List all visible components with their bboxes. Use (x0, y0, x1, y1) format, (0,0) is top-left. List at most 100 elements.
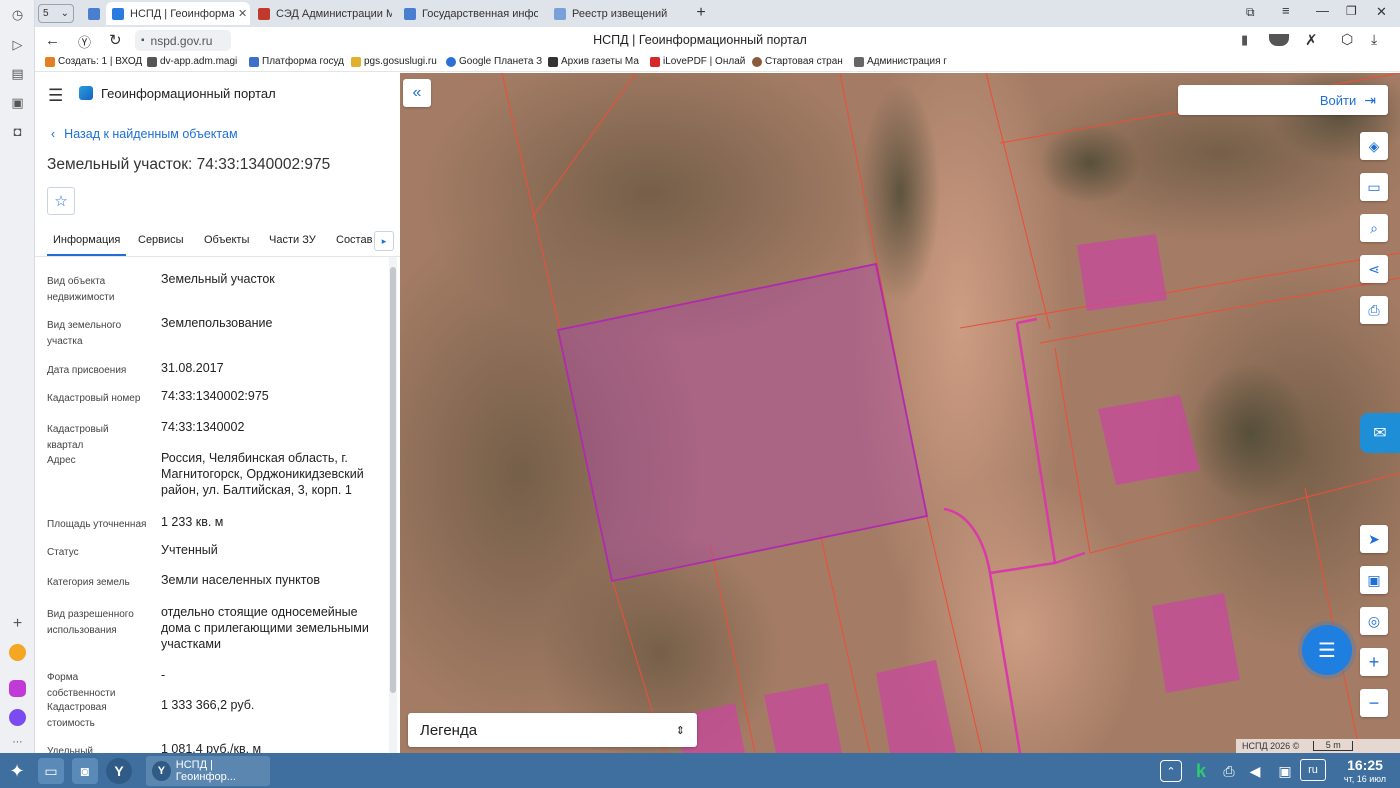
bookmark-item[interactable]: pgs.gosuslugi.ru (351, 56, 437, 67)
network-icon[interactable]: ▣ (1272, 758, 1298, 784)
chevron-left-icon: ‹ (51, 127, 56, 141)
os-taskbar: ✦ ▭ ◙ Y Y НСПД | Геоинфор... ⌃ k ⎙ ◀ ▣ ru… (0, 753, 1400, 788)
screenshot-icon[interactable]: ◘ (9, 123, 26, 140)
lock-icon: ▪ (141, 35, 145, 46)
tab-objects[interactable]: Объекты (204, 234, 249, 246)
chat-icon: ☰ (1318, 639, 1336, 662)
tab-parts[interactable]: Части ЗУ (269, 234, 316, 246)
calendar-icon[interactable]: ▣ (9, 94, 26, 111)
close-window-icon[interactable]: ✕ (1376, 4, 1387, 20)
bookmark-item[interactable]: Платформа госуд (249, 56, 344, 67)
nspd-favicon (112, 7, 124, 20)
apps-icon[interactable]: ◙ (72, 758, 98, 784)
object-tabs: Информация Сервисы Объекты Части ЗУ Сост… (35, 227, 400, 257)
map-view[interactable]: « Войти ⇥ ◈ ▭ ⌕ ⋖ ⎙ ✉ ➤ ▣ ◎ + − ☰ Легенда… (400, 73, 1400, 753)
browser-sidebar: ◷ ▷ ▤ ▣ ◘ + ⋯ (0, 0, 35, 757)
extensions-icon[interactable]: ⬡ (1341, 31, 1353, 48)
minimap-button[interactable]: ▣ (1360, 566, 1388, 594)
file-manager-icon[interactable]: ▭ (38, 758, 64, 784)
printer-tray-icon[interactable]: ⎙ (1216, 758, 1242, 784)
collapse-panel-button[interactable]: « (403, 79, 431, 107)
tabs-scroll-right-button[interactable]: ▸ (374, 231, 394, 251)
favorite-star-button[interactable]: ☆ (47, 187, 75, 215)
k-app-icon[interactable]: k (1188, 758, 1214, 784)
bookmark-item[interactable]: Создать: 1 | ВХОД (45, 56, 142, 67)
scrollbar-thumb[interactable] (390, 267, 396, 693)
layers-button[interactable]: ◈ (1360, 132, 1388, 160)
zoom-out-button[interactable]: − (1360, 689, 1388, 717)
tab-gis[interactable]: Государственная инфор (398, 2, 538, 25)
select-area-button[interactable]: ⌕ (1360, 214, 1388, 242)
tab-info[interactable]: Информация (47, 234, 127, 256)
tab-nspd[interactable]: НСПД | Геоинформаци✕ (106, 2, 250, 25)
poi-button[interactable]: ◎ (1360, 607, 1388, 635)
layers-icon: ◈ (1368, 137, 1380, 154)
restore-icon[interactable]: ❐ (1346, 4, 1357, 18)
reload-icon[interactable]: ↻ (109, 31, 122, 49)
login-icon: ⇥ (1364, 91, 1376, 108)
chevron-right-icon: ▸ (381, 235, 387, 246)
bookmark-item[interactable]: Google Планета З (446, 56, 542, 67)
tab-composition[interactable]: Состав (336, 234, 372, 246)
legend-dropdown[interactable]: Легенда ⇕ (408, 713, 697, 747)
taskbar-active-window[interactable]: Y НСПД | Геоинфор... (146, 756, 270, 786)
alice-icon[interactable] (9, 709, 26, 726)
add-icon[interactable]: + (9, 615, 26, 632)
tab-registry[interactable]: Реестр извещений (548, 2, 688, 25)
nspd-logo-icon (79, 86, 93, 100)
yandex-browser-icon[interactable]: Y (106, 758, 132, 784)
more-icon[interactable]: ⋯ (9, 734, 26, 751)
extension-icon[interactable]: ✗ (1305, 31, 1318, 49)
start-menu-icon[interactable]: ✦ (4, 758, 30, 784)
bookmark-item[interactable]: iLovePDF | Онлай (650, 56, 745, 67)
bookmark-icon[interactable]: ▮ (1241, 32, 1248, 48)
star-icon: ☆ (54, 193, 68, 210)
protect-icon[interactable] (1269, 34, 1289, 46)
bookmark-item[interactable]: Администрация г (854, 56, 947, 67)
volume-icon[interactable]: ◀ (1242, 758, 1268, 784)
app-icon-orange[interactable] (9, 644, 26, 661)
chat-button[interactable]: ☰ (1302, 625, 1352, 675)
url-field[interactable]: ▪ nspd.gov.ru (135, 30, 231, 51)
pin-icon: ◎ (1367, 612, 1381, 629)
download-icon[interactable]: ⤓ (1371, 31, 1377, 48)
new-tab-button[interactable]: + (692, 4, 710, 22)
window-icon[interactable]: ⧉ (1246, 5, 1255, 20)
login-button[interactable]: Войти ⇥ (1178, 85, 1388, 115)
tab-pinned[interactable] (82, 2, 102, 25)
clock-time[interactable]: 16:25 (1334, 757, 1396, 773)
share-button[interactable]: ⋖ (1360, 255, 1388, 283)
yandex-icon[interactable]: Ⓨ (78, 32, 91, 51)
scale-bar: 5 m (1313, 741, 1354, 751)
support-widget-button[interactable]: ✉ (1360, 413, 1400, 453)
panel-scrollbar[interactable] (389, 257, 397, 753)
minus-icon: − (1368, 692, 1380, 713)
object-info-panel: ☰ Геоинформационный портал ‹ Назад к найд… (35, 73, 400, 753)
back-to-results-link[interactable]: ‹ Назад к найденным объектам (51, 127, 238, 141)
minimize-icon[interactable]: — (1316, 3, 1329, 18)
close-tab-icon[interactable]: ✕ (238, 7, 247, 20)
address-bar-row: ← Ⓨ ↻ ▪ nspd.gov.ru НСПД | Геоинформацион… (35, 27, 1400, 55)
page-title: НСПД | Геоинформационный портал (593, 33, 807, 47)
menu-icon[interactable]: ≡ (1282, 3, 1290, 18)
keyboard-layout[interactable]: ru (1300, 759, 1326, 781)
play-icon[interactable]: ▷ (9, 36, 26, 53)
back-icon[interactable]: ← (45, 32, 60, 49)
bookmark-item[interactable]: dv-app.adm.magi (147, 56, 237, 67)
expand-icon: ⇕ (675, 724, 685, 737)
tray-up-icon[interactable]: ⌃ (1160, 760, 1182, 782)
hamburger-icon[interactable]: ☰ (48, 86, 63, 106)
tab-services[interactable]: Сервисы (138, 234, 184, 246)
notes-icon[interactable]: ▤ (9, 65, 26, 82)
bookmark-item[interactable]: Стартовая стран (752, 56, 843, 67)
zoom-in-button[interactable]: + (1360, 648, 1388, 676)
bookmark-item[interactable]: Архив газеты Ма (548, 56, 639, 67)
tab-counter[interactable]: 5 ⌄ (38, 4, 74, 23)
history-icon[interactable]: ◷ (9, 6, 26, 23)
geolocate-button[interactable]: ➤ (1360, 525, 1388, 553)
measure-button[interactable]: ▭ (1360, 173, 1388, 201)
browser-tab-bar: 5⌄ НСПД | Геоинформаци✕ СЭД Администраци… (0, 0, 1400, 27)
print-button[interactable]: ⎙ (1360, 296, 1388, 324)
app-icon-purple[interactable] (9, 680, 26, 697)
tab-sed[interactable]: СЭД Администрации Ма (252, 2, 392, 25)
